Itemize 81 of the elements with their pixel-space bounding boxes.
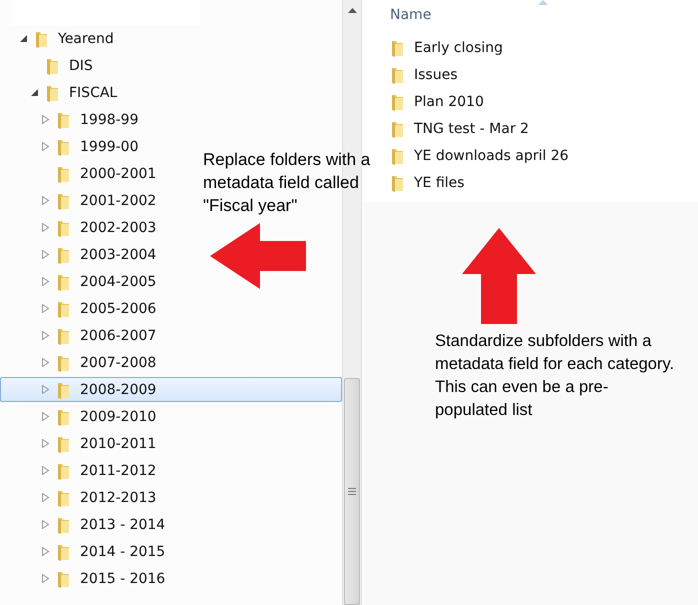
folder-icon <box>56 246 72 264</box>
folder-icon <box>390 146 406 164</box>
file-item[interactable]: YE files <box>390 169 698 196</box>
scroll-up-icon[interactable] <box>348 8 357 13</box>
tree-item[interactable]: 2010-2011 <box>0 431 164 456</box>
folder-icon <box>390 120 406 138</box>
folder-icon <box>56 218 72 236</box>
left-arrow-icon <box>210 223 306 289</box>
expanded-arrow-icon[interactable] <box>30 88 39 97</box>
annotation-text: Standardize subfolders with a metadata field for each category. This can even be a pre-populated list <box>435 332 674 419</box>
collapsed-arrow-icon[interactable] <box>41 331 50 340</box>
collapsed-arrow-icon[interactable] <box>41 520 50 529</box>
folder-icon <box>56 434 72 452</box>
expanded-arrow-icon[interactable] <box>19 34 28 43</box>
tree-item[interactable]: 2000-2001 <box>0 161 164 186</box>
folder-icon <box>56 110 72 128</box>
folder-icon <box>390 38 406 56</box>
up-arrow-icon <box>462 228 536 324</box>
tree-item[interactable]: 2003-2004 <box>0 242 164 267</box>
tree-item[interactable]: DIS <box>0 53 100 78</box>
tree-item[interactable]: FISCAL <box>0 80 124 105</box>
file-item[interactable]: TNG test - Mar 2 <box>390 115 698 142</box>
file-item[interactable]: Plan 2010 <box>390 88 698 115</box>
collapsed-arrow-icon[interactable] <box>41 196 50 205</box>
tree-item[interactable]: 2004-2005 <box>0 269 164 294</box>
tree-item[interactable]: 2005-2006 <box>0 296 164 321</box>
file-item[interactable]: Early closing <box>390 34 698 61</box>
scroll-thumb[interactable] <box>344 378 360 605</box>
folder-icon <box>45 84 61 102</box>
column-header[interactable]: Name <box>390 0 698 34</box>
collapsed-arrow-icon[interactable] <box>41 358 50 367</box>
tree-item[interactable]: 2006-2007 <box>0 323 164 348</box>
tree-item[interactable]: Yearend <box>0 26 121 51</box>
tree-item[interactable]: 2012-2013 <box>0 485 164 510</box>
folder-icon <box>56 380 72 398</box>
tree-item[interactable]: 2013 - 2014 <box>0 512 172 537</box>
tree-item[interactable]: 2001-2002 <box>0 188 164 213</box>
annotation-text: Replace folders with a metadata field called "Fiscal year" <box>203 150 370 215</box>
collapsed-arrow-icon[interactable] <box>41 223 50 232</box>
folder-icon <box>45 56 61 74</box>
folder-icon <box>56 164 72 182</box>
collapsed-arrow-icon[interactable] <box>41 304 50 313</box>
collapsed-arrow-icon[interactable] <box>41 574 50 583</box>
folder-icon <box>34 30 50 48</box>
folder-icon <box>56 570 72 588</box>
tree-item[interactable]: 2011-2012 <box>0 458 164 483</box>
folder-icon <box>56 300 72 318</box>
tree-item[interactable]: 2008-2009 <box>0 377 342 402</box>
folder-icon <box>390 174 406 192</box>
collapsed-arrow-icon[interactable] <box>41 385 50 394</box>
folder-icon <box>56 272 72 290</box>
collapsed-arrow-icon[interactable] <box>41 439 50 448</box>
tree-item[interactable]: 2002-2003 <box>0 215 164 240</box>
collapsed-arrow-icon[interactable] <box>41 277 50 286</box>
folder-icon <box>390 92 406 110</box>
folder-icon <box>56 138 72 156</box>
file-item[interactable]: Issues <box>390 61 698 88</box>
folder-icon <box>56 408 72 426</box>
tree-item[interactable]: 2015 - 2016 <box>0 566 172 591</box>
tree-item[interactable]: 2007-2008 <box>0 350 164 375</box>
sort-arrow-icon <box>538 0 548 5</box>
tree-item[interactable]: 1999-00 <box>0 134 146 159</box>
folder-icon <box>56 326 72 344</box>
tree-item[interactable]: 1998-99 <box>0 107 146 132</box>
file-item[interactable]: YE downloads april 26 <box>390 142 698 169</box>
folder-icon <box>56 516 72 534</box>
collapsed-arrow-icon[interactable] <box>41 412 50 421</box>
folder-icon <box>56 462 72 480</box>
collapsed-arrow-icon[interactable] <box>41 115 50 124</box>
folder-icon <box>56 488 72 506</box>
collapsed-arrow-icon[interactable] <box>41 547 50 556</box>
folder-icon <box>56 354 72 372</box>
collapsed-arrow-icon[interactable] <box>41 250 50 259</box>
tree-item[interactable]: 2009-2010 <box>0 404 164 429</box>
folder-icon <box>56 192 72 210</box>
collapsed-arrow-icon[interactable] <box>41 493 50 502</box>
folder-icon <box>390 66 406 84</box>
tree-item[interactable]: 2014 - 2015 <box>0 539 172 564</box>
collapsed-arrow-icon[interactable] <box>41 142 50 151</box>
folder-icon <box>56 542 72 560</box>
collapsed-arrow-icon[interactable] <box>41 466 50 475</box>
